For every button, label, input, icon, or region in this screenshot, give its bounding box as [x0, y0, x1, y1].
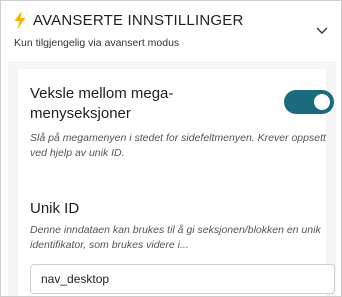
toggle-knob	[314, 94, 330, 110]
unique-id-input[interactable]	[30, 264, 335, 294]
mega-menu-toggle-label: Veksle mellom mega-menyseksjoner	[30, 85, 174, 122]
settings-body: Veksle mellom mega-menyseksjoner Slå på …	[8, 61, 336, 296]
section-subtitle: Kun tilgjengelig via avansert modus	[14, 37, 180, 49]
lightning-bolt-icon	[14, 11, 26, 29]
section-title: AVANSERTE INNSTILLINGER	[33, 11, 244, 29]
section-title-row: AVANSERTE INNSTILLINGER	[13, 11, 243, 29]
advanced-settings-panel: AVANSERTE INNSTILLINGER Kun tilgjengelig…	[0, 0, 342, 297]
mega-menu-toggle[interactable]	[284, 90, 334, 114]
advanced-settings-header[interactable]: AVANSERTE INNSTILLINGER Kun tilgjengelig…	[1, 1, 341, 57]
chevron-down-icon[interactable]	[315, 26, 329, 36]
settings-card: Veksle mellom mega-menyseksjoner Slå på …	[18, 69, 335, 296]
mega-menu-toggle-help: Slå på megamenyen i stedet for sidefeltm…	[30, 132, 326, 159]
unique-id-label: Unik ID	[30, 200, 80, 217]
unique-id-help: Denne inndataen kan brukes til å gi seks…	[30, 224, 321, 251]
